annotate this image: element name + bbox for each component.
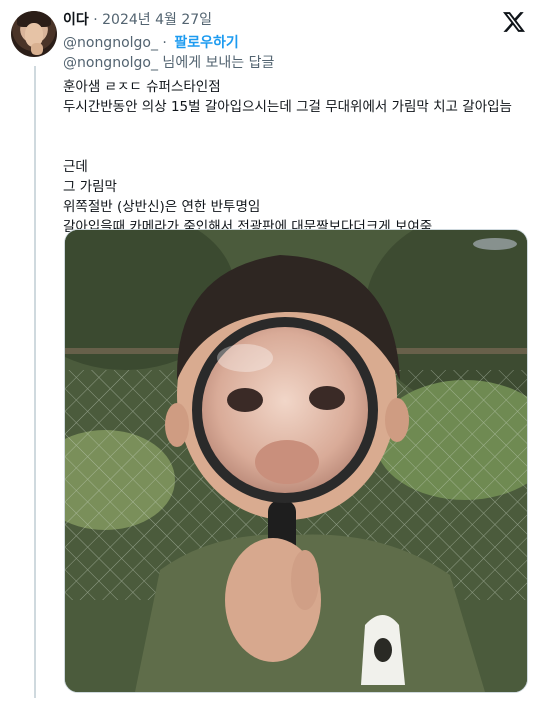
tweet-line: 그 가림막 <box>63 179 117 195</box>
tweet-line: 훈아샘 ㄹㅈㄷ 슈퍼스타인점 <box>63 79 221 95</box>
reply-to-suffix: 님에게 보내는 답글 <box>157 55 275 71</box>
thread-line <box>34 66 36 698</box>
header-separator: · <box>88 12 103 28</box>
x-logo-icon[interactable] <box>503 11 525 33</box>
follow-button[interactable]: 팔로우하기 <box>174 35 238 51</box>
tweet-line: 위쪽절반 (상반신)은 연한 반투명임 <box>63 199 261 215</box>
user-handle[interactable]: @nongnolgo_ <box>63 35 158 51</box>
display-name[interactable]: 이다 <box>63 12 89 28</box>
tweet-line: 근데 <box>63 159 88 175</box>
avatar[interactable] <box>11 11 57 57</box>
tweet-header: 이다 · 2024년 4월 27일 <box>63 10 212 30</box>
handle-separator: · <box>157 35 172 51</box>
tweet-photo[interactable] <box>64 229 528 693</box>
tweet-date[interactable]: 2024년 4월 27일 <box>102 12 212 28</box>
tweet-line: 두시간반동안 의상 15벌 갈아입으시는데 그걸 무대위에서 가림막 치고 갈아… <box>63 99 512 115</box>
tweet-text: 훈아샘 ㄹㅈㄷ 슈퍼스타인점 두시간반동안 의상 15벌 갈아입으시는데 그걸 … <box>63 77 533 237</box>
reply-context: @nongnolgo_ 님에게 보내는 답글 <box>63 53 274 73</box>
photo-illustration <box>65 230 527 692</box>
handle-row: @nongnolgo_ · 팔로우하기 <box>63 33 239 53</box>
reply-to-handle[interactable]: @nongnolgo_ <box>63 55 158 71</box>
avatar-hand <box>31 43 43 55</box>
